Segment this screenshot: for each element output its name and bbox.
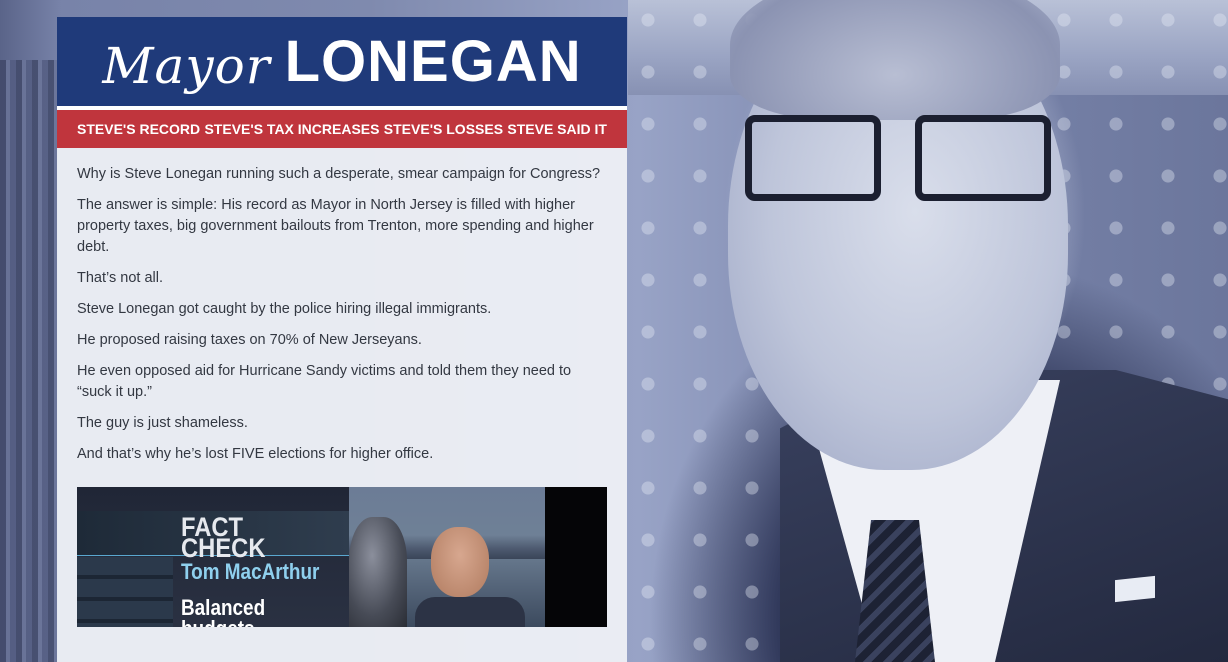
video-title: FACT CHECK — [181, 512, 266, 563]
graphic-stripes — [77, 557, 173, 627]
video-graphic: FACT CHECK Tom MacArthur Balanced budget… — [77, 487, 349, 627]
background-hair — [730, 0, 1060, 120]
logo-main[interactable]: LONEGAN — [285, 28, 582, 95]
paragraph: The guy is just shameless. — [77, 415, 248, 431]
video-player[interactable]: FACT CHECK Tom MacArthur Balanced budget… — [77, 487, 607, 627]
paragraph: The answer is simple: His record as Mayo… — [77, 197, 594, 255]
video-name: Tom MacArthur — [181, 559, 320, 584]
nav-item-losses[interactable]: STEVE'S LOSSES — [384, 121, 503, 137]
nav-item-record[interactable]: STEVE'S RECORD — [77, 121, 200, 137]
site-header: Mayor LONEGAN — [57, 17, 627, 110]
video-subtitle: Balanced budgets — [181, 595, 266, 628]
nav-item-said-it[interactable]: STEVE SAID IT — [507, 121, 607, 137]
footage-reporter — [349, 517, 407, 627]
main-nav: STEVE'S RECORD STEVE'S TAX INCREASES STE… — [57, 110, 627, 148]
lapel-pin — [1115, 575, 1155, 603]
background-glasses — [745, 115, 1051, 201]
footage-person — [415, 527, 525, 627]
nav-item-tax-increases[interactable]: STEVE'S TAX INCREASES — [204, 121, 379, 137]
article-content: Why is Steve Lonegan running such a desp… — [57, 148, 627, 627]
paragraph: He proposed raising taxes on 70% of New … — [77, 332, 422, 348]
main-panel: Mayor LONEGAN STEVE'S RECORD STEVE'S TAX… — [57, 17, 627, 662]
paragraph: Why is Steve Lonegan running such a desp… — [77, 166, 601, 182]
paragraph: That’s not all. — [77, 270, 163, 286]
background-bookshelf — [0, 60, 58, 662]
paragraph: And that’s why he’s lost FIVE elections … — [77, 446, 434, 462]
video-footage — [349, 487, 545, 627]
logo-script[interactable]: Mayor — [102, 37, 270, 95]
paragraph: Steve Lonegan got caught by the police h… — [77, 301, 492, 317]
video-letterbox — [545, 487, 607, 627]
paragraph: He even opposed aid for Hurricane Sandy … — [77, 363, 572, 400]
